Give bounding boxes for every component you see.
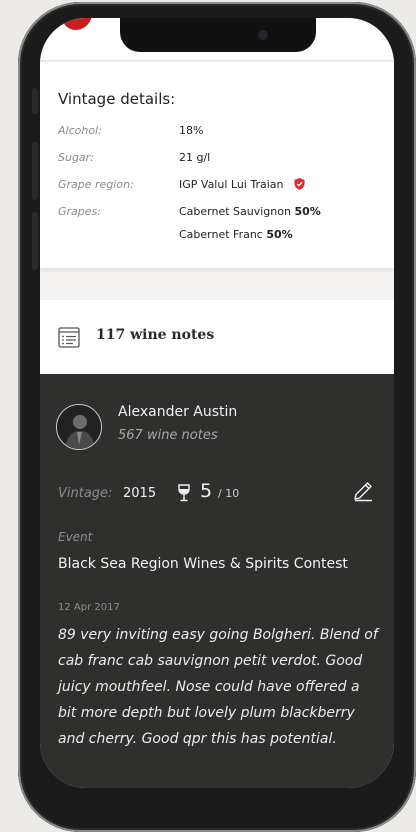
grape-region-value: IGP Valul Lui Traian <box>179 178 284 191</box>
score-value: 5 <box>200 480 213 502</box>
camera-icon <box>258 30 268 40</box>
grape-1: Cabernet Sauvignon 50% <box>179 205 321 218</box>
wine-note-card: Alexander Austin 567 wine notes Vintage:… <box>40 374 394 788</box>
shield-check-icon <box>294 178 305 190</box>
avatar[interactable] <box>56 404 102 450</box>
grape-region-value-wrap: IGP Valul Lui Traian <box>179 178 305 191</box>
alcohol-label: Alcohol: <box>58 124 102 137</box>
volume-down-button <box>32 212 38 270</box>
grape-2-percent: 50% <box>266 228 293 241</box>
grape-2-name: Cabernet Franc <box>179 228 263 241</box>
wine-notes-count: 117 wine notes <box>96 327 215 343</box>
vintage-details-card: Vintage details: Alcohol: 18% Sugar: 21 … <box>40 62 394 268</box>
grapes-label: Grapes: <box>58 205 101 218</box>
grapes-row-2: Cabernet Franc 50% <box>58 228 378 248</box>
vintage-details-title: Vintage details: <box>58 90 176 108</box>
score-max: / 10 <box>218 487 240 500</box>
author-notes-count: 567 wine notes <box>118 428 218 443</box>
note-date: 12 Apr 2017 <box>58 602 120 613</box>
grape-2: Cabernet Franc 50% <box>179 228 293 241</box>
author-name[interactable]: Alexander Austin <box>118 404 237 420</box>
grape-1-percent: 50% <box>294 205 321 218</box>
app-screen: Vintage details: Alcohol: 18% Sugar: 21 … <box>40 18 394 788</box>
wine-notes-bar[interactable]: 117 wine notes <box>40 300 394 374</box>
vintage-label: Vintage: <box>58 486 113 501</box>
sugar-label: Sugar: <box>58 151 94 164</box>
brand-logo <box>62 18 92 30</box>
sugar-row: Sugar: 21 g/l <box>58 151 378 171</box>
sugar-value: 21 g/l <box>179 151 211 164</box>
grape-region-label: Grape region: <box>58 178 134 191</box>
volume-up-button <box>32 142 38 200</box>
note-text: 89 very inviting easy going Bolgheri. Bl… <box>58 627 378 747</box>
mute-switch <box>32 88 38 114</box>
event-label: Event <box>58 530 93 544</box>
alcohol-row: Alcohol: 18% <box>58 124 378 144</box>
vintage-year: 2015 <box>123 486 157 501</box>
grapes-row: Grapes: Cabernet Sauvignon 50% <box>58 205 378 225</box>
pencil-icon[interactable] <box>352 480 374 502</box>
grape-1-name: Cabernet Sauvignon <box>179 205 291 218</box>
notch <box>120 18 316 52</box>
event-name[interactable]: Black Sea Region Wines & Spirits Contest <box>58 556 348 572</box>
grape-region-row: Grape region: IGP Valul Lui Traian <box>58 178 378 198</box>
wine-glass-icon <box>178 484 190 502</box>
avatar-photo <box>57 405 101 449</box>
notes-list-icon <box>58 327 80 348</box>
alcohol-value: 18% <box>179 124 204 137</box>
